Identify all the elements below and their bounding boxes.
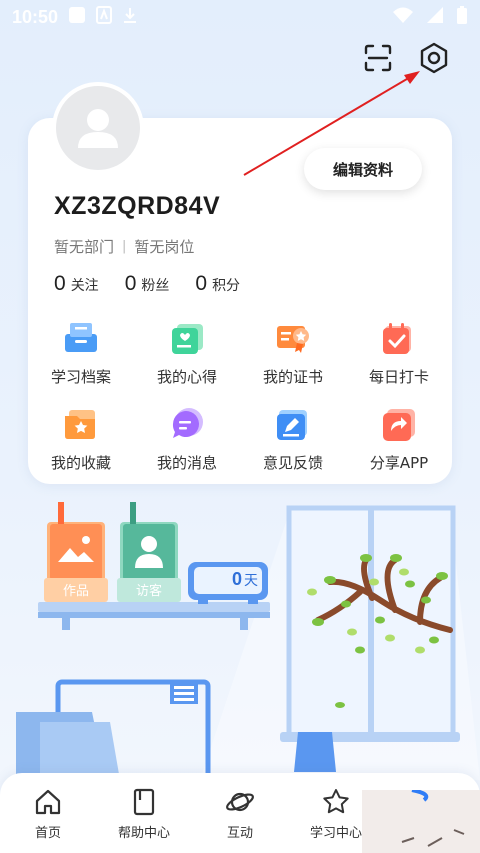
nav-label: 首页 [34,826,61,841]
stat-following[interactable]: 0 关注 [54,272,99,296]
menu-label: 学习档案 [50,368,111,386]
menu-favorites[interactable]: 我的收藏 [28,404,134,476]
battery-icon [456,5,468,30]
checkin-icon [379,318,419,358]
stat-label: 积分 [212,278,241,294]
notes-icon [167,318,207,358]
works-label[interactable]: 作品 [47,580,105,599]
stat-value: 0 [54,272,66,295]
signal-icon [426,6,444,29]
stat-label: 关注 [70,278,99,294]
stat-label: 粉丝 [141,278,170,294]
study-file-icon [61,318,101,358]
nav-help-center[interactable]: 帮助中心 [96,773,192,853]
menu-label: 我的证书 [262,368,323,386]
stat-value: 0 [124,272,137,295]
avatar[interactable] [52,82,144,174]
nav-mine-overlay[interactable] [362,788,480,853]
days-unit: 天 [244,573,258,589]
settings-gear-icon[interactable] [416,40,452,76]
wifi-icon [392,6,414,29]
room-illustration: 作品 访客 0 天 [0,500,480,783]
menu-label: 我的心得 [156,368,217,386]
home-icon [33,787,63,817]
menu-messages[interactable]: 我的消息 [134,404,240,476]
feedback-icon [273,404,313,444]
menu-certificate[interactable]: 我的证书 [240,318,346,390]
stats-row: 0 关注 0 粉丝 0 积分 [54,272,240,296]
certificate-icon [273,318,313,358]
nav-label: 帮助中心 [117,826,170,841]
status-time: 10:50 [12,6,59,27]
menu-share-app[interactable]: 分享APP [346,404,452,476]
days-count: 0 [231,569,242,589]
days-counter: 0 天 [196,569,258,590]
nav-label: 学习中心 [309,826,362,841]
menu-label: 意见反馈 [262,454,323,472]
star-icon [321,787,351,817]
top-actions [360,40,452,76]
menu-label: 我的收藏 [50,454,111,472]
message-icon [167,404,207,444]
menu-label: 每日打卡 [368,368,429,386]
share-icon [379,404,419,444]
notification-square-icon [68,6,86,29]
department-text: 暂无部门 [54,238,115,256]
nav-home[interactable]: 首页 [0,773,96,853]
menu-notes[interactable]: 我的心得 [134,318,240,390]
menu-label: 我的消息 [156,454,217,472]
menu-feedback[interactable]: 意见反馈 [240,404,346,476]
stat-value: 0 [195,272,208,295]
edit-profile-button[interactable]: 编辑资料 [304,148,422,190]
nav-interaction[interactable]: 互动 [192,773,288,853]
help-book-icon [129,787,159,817]
nav-label: 互动 [226,826,253,841]
menu-checkin[interactable]: 每日打卡 [346,318,452,390]
status-bar: 10:50 [0,0,480,34]
scan-icon[interactable] [360,40,396,76]
position-text: 暂无岗位 [134,238,195,256]
menu-study-file[interactable]: 学习档案 [28,318,134,390]
stat-points[interactable]: 0 积分 [195,272,240,296]
stat-followers[interactable]: 0 粉丝 [125,272,170,296]
divider: | [122,239,127,254]
app-notification-icon [96,5,113,29]
feature-grid: 学习档案 我的心得 我的证书 每日打卡 我的收藏 我的消息 意见反馈 分享APP [28,318,452,476]
favorites-icon [61,404,101,444]
visitors-label[interactable]: 访客 [120,580,178,599]
planet-icon [225,787,255,817]
username: XZ3ZQRD84V [54,192,221,220]
default-avatar-icon [78,109,118,148]
download-icon [122,6,138,29]
menu-label: 分享APP [369,454,429,472]
department-line: 暂无部门 | 暂无岗位 [54,236,194,257]
